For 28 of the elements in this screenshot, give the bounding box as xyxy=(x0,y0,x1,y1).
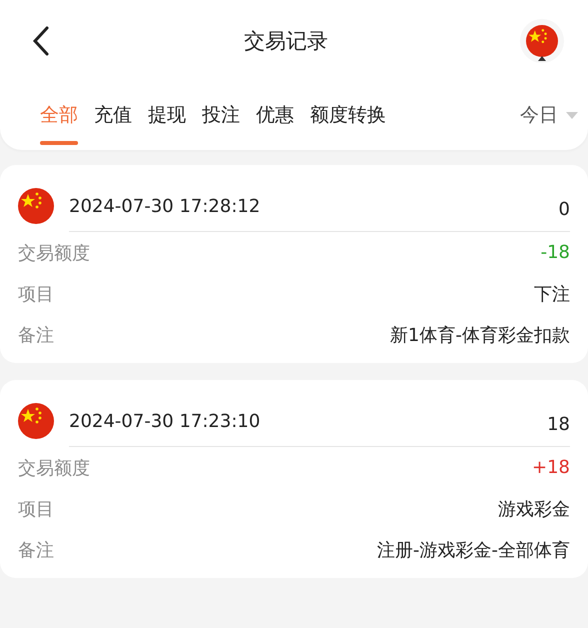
field-label: 备注 xyxy=(18,538,54,562)
record-time: 2024-07-30 17:28:12 xyxy=(69,196,262,216)
field-value: 注册-游戏彩金-全部体育 xyxy=(377,538,570,562)
field-value: -18 xyxy=(540,242,570,263)
field-label: 交易额度 xyxy=(18,456,90,480)
field-value: 游戏彩金 xyxy=(498,498,570,520)
filter-tab[interactable]: 额度转换 xyxy=(310,82,386,150)
caret-icon xyxy=(566,112,578,118)
field-label: 项目 xyxy=(18,282,54,306)
flag-icon xyxy=(18,403,54,439)
filter-tab[interactable]: 投注 xyxy=(202,82,240,150)
language-button[interactable] xyxy=(520,19,564,63)
field-value: 新1体育-体育彩金扣款 xyxy=(390,324,570,346)
flag-icon xyxy=(526,25,558,57)
field-value: +18 xyxy=(532,457,570,478)
filter-tab[interactable]: 提现 xyxy=(148,82,186,150)
record-time: 2024-07-30 17:23:10 xyxy=(69,410,262,432)
filter-tab[interactable]: 优惠 xyxy=(256,82,294,150)
balance-value: 18 xyxy=(547,414,570,434)
field-label: 交易额度 xyxy=(18,242,90,264)
field-label: 项目 xyxy=(18,498,54,520)
date-dropdown[interactable]: 今日 xyxy=(520,82,578,128)
flag-icon xyxy=(18,188,54,224)
field-value: 下注 xyxy=(534,282,570,306)
page-title: 交易记录 xyxy=(244,28,328,55)
filter-tab[interactable]: 充值 xyxy=(94,82,132,150)
field-label: 备注 xyxy=(18,324,54,346)
balance-value: 0 xyxy=(558,198,570,220)
